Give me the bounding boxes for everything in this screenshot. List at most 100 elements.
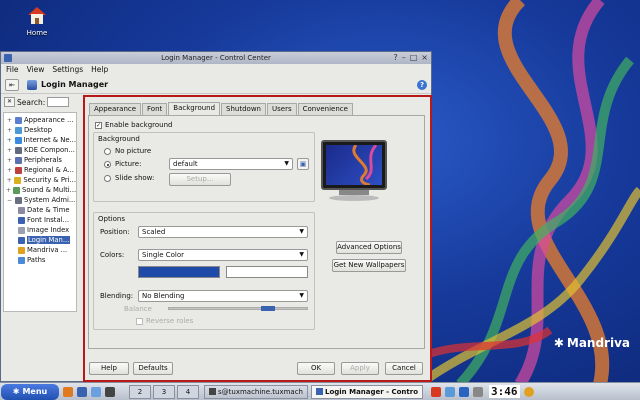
expander-icon[interactable]: + [6, 177, 12, 184]
options-group-title: Options [98, 215, 126, 223]
tree-item[interactable]: Date & Time [4, 205, 76, 215]
tree-item[interactable]: + Appearance ... [4, 115, 76, 125]
enable-background-checkbox[interactable]: ✓ [95, 122, 102, 129]
tab-background[interactable]: Background [168, 102, 221, 115]
expander-icon[interactable]: + [6, 147, 13, 154]
mandriva-star-icon: ✱ [553, 336, 564, 350]
hide-tray-icon[interactable] [523, 386, 534, 397]
chevron-down-icon: ▼ [299, 228, 304, 235]
picture-select[interactable]: default ▼ [169, 158, 293, 170]
advanced-options-button[interactable]: Advanced Options [336, 241, 402, 254]
main-menu-button[interactable]: ✱ Menu [1, 383, 59, 400]
tab-shutdown[interactable]: Shutdown [221, 103, 266, 115]
tree-item[interactable]: Login Man... [4, 235, 76, 245]
secondary-color-button[interactable] [226, 266, 308, 278]
desktop-pager: 2 3 4 [129, 384, 201, 399]
login-manager-icon [27, 79, 37, 90]
module-icon [18, 226, 25, 234]
expander-icon[interactable]: − [6, 197, 13, 204]
tree-item[interactable]: + Desktop [4, 125, 76, 135]
home-desktop-icon[interactable]: Home [20, 4, 54, 37]
module-icon [15, 116, 22, 124]
expander-icon[interactable]: + [6, 137, 13, 144]
desktop-2-button[interactable]: 2 [129, 384, 151, 399]
tree-item[interactable]: + Peripherals [4, 155, 76, 165]
tree-item[interactable]: Image Index [4, 225, 76, 235]
blending-select[interactable]: No Blending ▼ [138, 290, 308, 302]
tab-font[interactable]: Font [142, 103, 168, 115]
clipboard-tray-icon[interactable] [459, 386, 470, 397]
whats-this-icon[interactable]: ? [417, 79, 427, 90]
expander-icon[interactable]: + [6, 127, 13, 134]
preview-helix [352, 145, 378, 185]
defaults-button[interactable]: Defaults [133, 362, 173, 375]
search-input[interactable] [47, 97, 70, 107]
apply-button[interactable]: Apply [341, 362, 379, 375]
tree-item-label: Sound & Multi... [22, 186, 76, 194]
tree-item[interactable]: + Security & Pri... [4, 175, 76, 185]
menu-view[interactable]: View [27, 65, 45, 75]
tab-users[interactable]: Users [267, 103, 297, 115]
position-select[interactable]: Scaled ▼ [138, 226, 308, 238]
monitor-base [329, 195, 379, 201]
picture-label: Picture: [115, 160, 142, 168]
colors-select[interactable]: Single Color ▼ [138, 249, 308, 261]
mail-launcher-icon[interactable] [77, 386, 87, 397]
menu-file[interactable]: File [6, 65, 19, 75]
folder-icon: ▣ [299, 160, 307, 168]
expander-icon[interactable]: + [6, 167, 13, 174]
title-bar[interactable]: Login Manager - Control Center ? – □ × [1, 52, 431, 64]
reverse-roles-label: Reverse roles [146, 317, 194, 325]
picture-radio[interactable] [104, 161, 111, 168]
firefox-launcher-icon[interactable] [63, 386, 73, 397]
task-terminal[interactable]: s@tuxmachine.tuxmach [204, 384, 308, 399]
help-button[interactable]: Help [89, 362, 129, 375]
slide-show-radio[interactable] [104, 175, 111, 182]
back-button[interactable]: ⇤ [5, 78, 19, 91]
clock[interactable]: 3:46 [489, 385, 520, 398]
module-icon [15, 196, 22, 204]
expander-icon[interactable]: + [6, 117, 13, 124]
tree-item[interactable]: Font Instal... [4, 215, 76, 225]
tab-appearance[interactable]: Appearance [89, 103, 142, 115]
get-new-wallpapers-button[interactable]: Get New Wallpapers [332, 259, 406, 272]
tree-item[interactable]: + Regional & A... [4, 165, 76, 175]
balance-slider[interactable] [168, 306, 308, 311]
maximize-icon[interactable]: □ [410, 54, 418, 62]
browse-picture-button[interactable]: ▣ [297, 158, 309, 170]
minimize-icon[interactable]: – [402, 54, 406, 62]
cancel-button[interactable]: Cancel [385, 362, 423, 375]
tree-item[interactable]: − System Admi... [4, 195, 76, 205]
menu-settings[interactable]: Settings [52, 65, 83, 75]
update-tray-icon[interactable] [431, 386, 442, 397]
task-login-manager[interactable]: Login Manager - Contro [311, 384, 424, 399]
tree-item[interactable]: + KDE Compon... [4, 145, 76, 155]
help-icon[interactable]: ? [393, 54, 397, 62]
ok-button[interactable]: OK [297, 362, 335, 375]
tree-item-label: Image Index [27, 226, 70, 234]
no-picture-label: No picture [115, 147, 152, 155]
clear-search-button[interactable]: ✕ [4, 97, 15, 107]
tree-item[interactable]: Mandriva ... [4, 245, 76, 255]
menu-help[interactable]: Help [91, 65, 108, 75]
terminal-launcher-icon[interactable] [105, 386, 115, 397]
reverse-roles-checkbox[interactable] [136, 318, 143, 325]
expander-icon[interactable]: + [6, 157, 13, 164]
no-picture-radio[interactable] [104, 148, 111, 155]
primary-color-button[interactable] [138, 266, 220, 278]
desktop-4-button[interactable]: 4 [177, 384, 199, 399]
module-icon [18, 236, 25, 244]
setup-button[interactable]: Setup... [169, 173, 231, 186]
expander-icon[interactable]: + [6, 187, 11, 194]
tab-convenience[interactable]: Convenience [297, 103, 353, 115]
tree-item-label: System Admi... [24, 196, 76, 204]
desktop-3-button[interactable]: 3 [153, 384, 175, 399]
volume-tray-icon[interactable] [473, 386, 484, 397]
tree-item[interactable]: + Internet & Ne... [4, 135, 76, 145]
balance-slider-handle[interactable] [261, 306, 275, 311]
close-icon[interactable]: × [421, 54, 428, 62]
network-tray-icon[interactable] [445, 386, 456, 397]
file-manager-launcher-icon[interactable] [91, 386, 101, 397]
tree-item[interactable]: Paths [4, 255, 76, 265]
tree-item[interactable]: + Sound & Multi... [4, 185, 76, 195]
